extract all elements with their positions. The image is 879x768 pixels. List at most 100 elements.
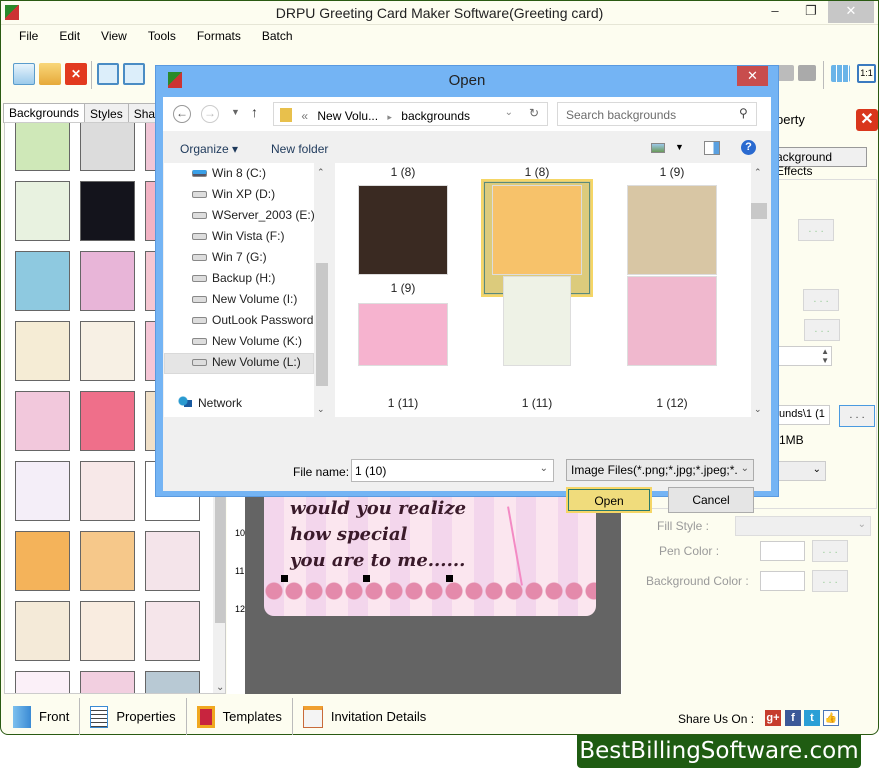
tree-item[interactable]: Win 7 (G:) bbox=[192, 250, 267, 264]
background-thumbnail[interactable] bbox=[80, 531, 135, 591]
pen-color-button[interactable]: . . . bbox=[812, 540, 848, 562]
file-label[interactable]: 1 (8) bbox=[343, 165, 463, 179]
file-label[interactable]: 1 (9) bbox=[343, 281, 463, 295]
file-label[interactable]: 1 (9) bbox=[612, 165, 732, 179]
change-view-icon[interactable] bbox=[651, 143, 665, 153]
background-thumbnail[interactable] bbox=[15, 391, 70, 451]
chevron-down-icon[interactable]: ⌄ bbox=[540, 463, 548, 474]
grid-icon[interactable] bbox=[831, 65, 850, 82]
facebook-icon[interactable]: f bbox=[785, 710, 801, 726]
dropdown[interactable]: ⌄ bbox=[776, 461, 826, 481]
tree-item[interactable]: Win XP (D:) bbox=[192, 187, 275, 201]
actual-size-button[interactable]: 1:1 bbox=[857, 64, 876, 83]
file-thumbnail[interactable] bbox=[492, 185, 582, 275]
scroll-up-icon[interactable]: ⌃ bbox=[754, 167, 762, 178]
menu-tools[interactable]: Tools bbox=[148, 25, 186, 47]
search-icon[interactable]: ⚲ bbox=[739, 106, 748, 120]
open-icon[interactable] bbox=[39, 63, 61, 85]
background-thumbnail[interactable] bbox=[80, 251, 135, 311]
background-thumbnail[interactable] bbox=[80, 461, 135, 521]
tab-properties[interactable]: Properties bbox=[80, 698, 187, 735]
background-color-swatch[interactable] bbox=[760, 571, 805, 591]
background-thumbnail[interactable] bbox=[15, 461, 70, 521]
save-as-icon[interactable] bbox=[123, 63, 145, 85]
file-label[interactable]: 1 (11) bbox=[343, 396, 463, 410]
spin-input[interactable]: ▲ ▼ bbox=[776, 346, 832, 366]
save-icon[interactable] bbox=[97, 63, 119, 85]
breadcrumb-overflow[interactable]: « bbox=[301, 109, 308, 123]
background-thumbnail[interactable] bbox=[80, 321, 135, 381]
file-thumbnail[interactable] bbox=[358, 185, 448, 275]
new-folder-button[interactable]: New folder bbox=[271, 142, 328, 156]
scroll-down-icon[interactable]: ⌄ bbox=[754, 404, 762, 415]
tab-backgrounds[interactable]: Backgrounds bbox=[3, 103, 86, 123]
help-icon[interactable]: ? bbox=[741, 140, 756, 155]
card-text-line[interactable]: how special bbox=[290, 524, 407, 545]
breadcrumb-current[interactable]: backgrounds bbox=[401, 109, 470, 123]
background-thumbnail[interactable] bbox=[15, 251, 70, 311]
file-thumbnail[interactable] bbox=[503, 276, 571, 366]
background-thumbnail[interactable] bbox=[80, 671, 135, 693]
tree-scroll-thumb[interactable] bbox=[316, 263, 328, 386]
tree-item[interactable]: New Volume (K:) bbox=[192, 334, 302, 348]
scroll-down-icon[interactable]: ⌄ bbox=[216, 682, 224, 693]
file-type-select[interactable]: Image Files(*.png;*.jpg;*.jpeg;*. ⌄ bbox=[566, 459, 754, 481]
tree-item[interactable]: Win 8 (C:) bbox=[192, 166, 266, 180]
refresh-icon[interactable]: ↻ bbox=[529, 106, 539, 120]
background-color-button[interactable]: . . . bbox=[812, 570, 848, 592]
card-text-line[interactable]: would you realize bbox=[290, 498, 466, 519]
breadcrumb-parent[interactable]: New Volu... bbox=[317, 109, 378, 123]
menu-view[interactable]: View bbox=[101, 25, 137, 47]
close-icon[interactable]: ✕ bbox=[65, 63, 87, 85]
tab-styles[interactable]: Styles bbox=[84, 103, 129, 123]
up-folder-icon[interactable]: ↑ bbox=[251, 104, 258, 120]
background-thumbnail[interactable] bbox=[80, 123, 135, 171]
tab-front[interactable]: Front bbox=[3, 698, 81, 735]
pen-color-swatch[interactable] bbox=[760, 541, 805, 561]
browse-button[interactable]: . . . bbox=[803, 289, 839, 311]
background-thumbnail[interactable] bbox=[15, 181, 70, 241]
tab-templates[interactable]: Templates bbox=[187, 698, 293, 735]
browse-image-button[interactable]: . . . bbox=[839, 405, 875, 427]
new-icon[interactable] bbox=[13, 63, 35, 85]
organize-button[interactable]: Organize ▾ bbox=[180, 142, 238, 156]
open-button[interactable]: Open bbox=[566, 487, 652, 513]
background-thumbnail[interactable] bbox=[15, 671, 70, 693]
tree-item[interactable]: WServer_2003 (E:) bbox=[192, 208, 315, 222]
tree-scrollbar[interactable]: ⌃ ⌄ bbox=[314, 163, 330, 417]
file-label[interactable]: 1 (12) bbox=[612, 396, 732, 410]
file-label[interactable]: 1 (11) bbox=[477, 396, 597, 410]
address-bar[interactable]: « New Volu... ▸ backgrounds ⌄ ↻ bbox=[273, 102, 548, 126]
twitter-icon[interactable]: t bbox=[804, 710, 820, 726]
like-icon[interactable]: 👍 bbox=[823, 710, 839, 726]
background-thumbnail[interactable] bbox=[145, 601, 200, 661]
background-thumbnail[interactable] bbox=[15, 601, 70, 661]
background-thumbnail[interactable] bbox=[145, 671, 200, 693]
forward-button[interactable]: → bbox=[201, 105, 219, 123]
background-thumbnail[interactable] bbox=[15, 321, 70, 381]
fill-style-select[interactable]: ⌄ bbox=[735, 516, 871, 536]
cancel-button[interactable]: Cancel bbox=[668, 487, 754, 513]
search-input[interactable]: Search backgrounds bbox=[557, 102, 757, 126]
arrange-front-icon[interactable] bbox=[798, 65, 816, 81]
close-property-panel-button[interactable]: ✕ bbox=[856, 109, 878, 131]
background-thumbnail[interactable] bbox=[15, 531, 70, 591]
back-button[interactable]: ← bbox=[173, 105, 191, 123]
card-text-line[interactable]: you are to me...... bbox=[290, 550, 465, 571]
file-thumbnail[interactable] bbox=[627, 276, 717, 366]
google-plus-icon[interactable]: g+ bbox=[765, 710, 781, 726]
dialog-title-bar[interactable]: Open ✕ bbox=[156, 66, 778, 96]
browse-button[interactable]: . . . bbox=[798, 219, 834, 241]
background-thumbnail[interactable] bbox=[80, 391, 135, 451]
tab-invitation-details[interactable]: Invitation Details bbox=[293, 698, 436, 735]
close-window-button[interactable]: ✕ bbox=[828, 1, 874, 23]
restore-button[interactable]: ❐ bbox=[794, 1, 828, 23]
scroll-down-icon[interactable]: ⌄ bbox=[317, 404, 325, 415]
tree-item[interactable]: New Volume (I:) bbox=[192, 292, 297, 306]
selection-handle[interactable] bbox=[363, 575, 370, 582]
file-label[interactable]: 1 (8) bbox=[477, 165, 597, 179]
menu-edit[interactable]: Edit bbox=[59, 25, 90, 47]
greeting-card-preview[interactable]: would you realize how special you are to… bbox=[264, 496, 596, 616]
background-thumbnail[interactable] bbox=[80, 181, 135, 241]
menu-batch[interactable]: Batch bbox=[262, 25, 303, 47]
